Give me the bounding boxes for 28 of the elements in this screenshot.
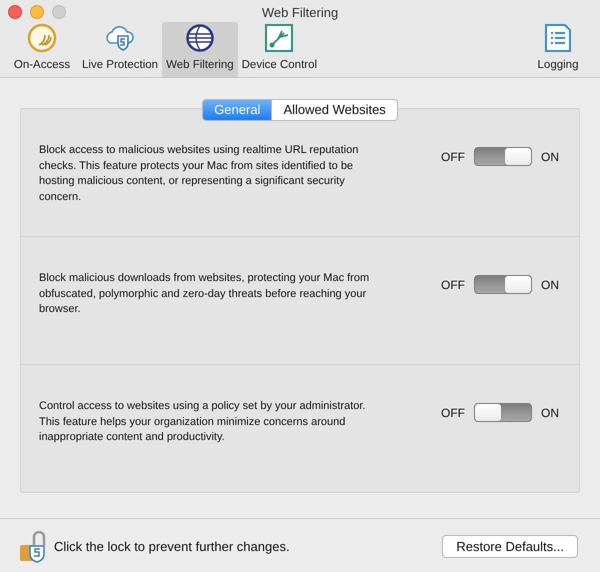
toolbar-tab[interactable]: Logging: [522, 22, 594, 77]
ring-icon: [27, 23, 57, 53]
off-label: OFF: [441, 406, 465, 420]
on-label: ON: [541, 406, 559, 420]
toolbar-tab[interactable]: Live Protection: [78, 22, 162, 77]
lock-icon: [18, 530, 46, 562]
toggle-switch[interactable]: [474, 403, 532, 422]
document-list-icon: [543, 23, 573, 53]
toggle-switch[interactable]: [474, 275, 532, 294]
restore-defaults-button[interactable]: Restore Defaults...: [442, 535, 578, 558]
toolbar-tab[interactable]: On-Access: [6, 22, 78, 77]
setting-description: Block access to malicious websites using realtime URL reputation checks. This feature protects your Mac from sites identified to be hosting malicious content, or representing a significant security concern.: [39, 143, 360, 204]
setting-description: Block malicious downloads from websites, protecting your Mac from obfuscated, polymorphic and zero-day threats before reaching your browser.: [39, 271, 370, 317]
cloud-shield-icon: [104, 23, 136, 53]
close-button[interactable]: [8, 5, 22, 19]
toggle-switch[interactable]: [474, 147, 532, 166]
segment-tab[interactable]: Allowed Websites: [271, 100, 397, 120]
globe-icon: [184, 23, 215, 53]
toolbar-tab[interactable]: Device Control: [238, 22, 322, 77]
lock-message: Click the lock to prevent further changes.: [54, 539, 291, 554]
setting-description: Control access to websites using a policy set by your administrator. This feature helps your organization minimize concerns around inappropriate content and productivity.: [39, 399, 366, 445]
on-label: ON: [541, 278, 559, 292]
off-label: OFF: [441, 278, 465, 292]
off-label: OFF: [441, 150, 465, 164]
toolbar-tab[interactable]: Web Filtering: [162, 22, 238, 77]
on-label: ON: [541, 150, 559, 164]
usb-icon: [264, 23, 294, 53]
window-title: Web Filtering: [262, 4, 338, 20]
